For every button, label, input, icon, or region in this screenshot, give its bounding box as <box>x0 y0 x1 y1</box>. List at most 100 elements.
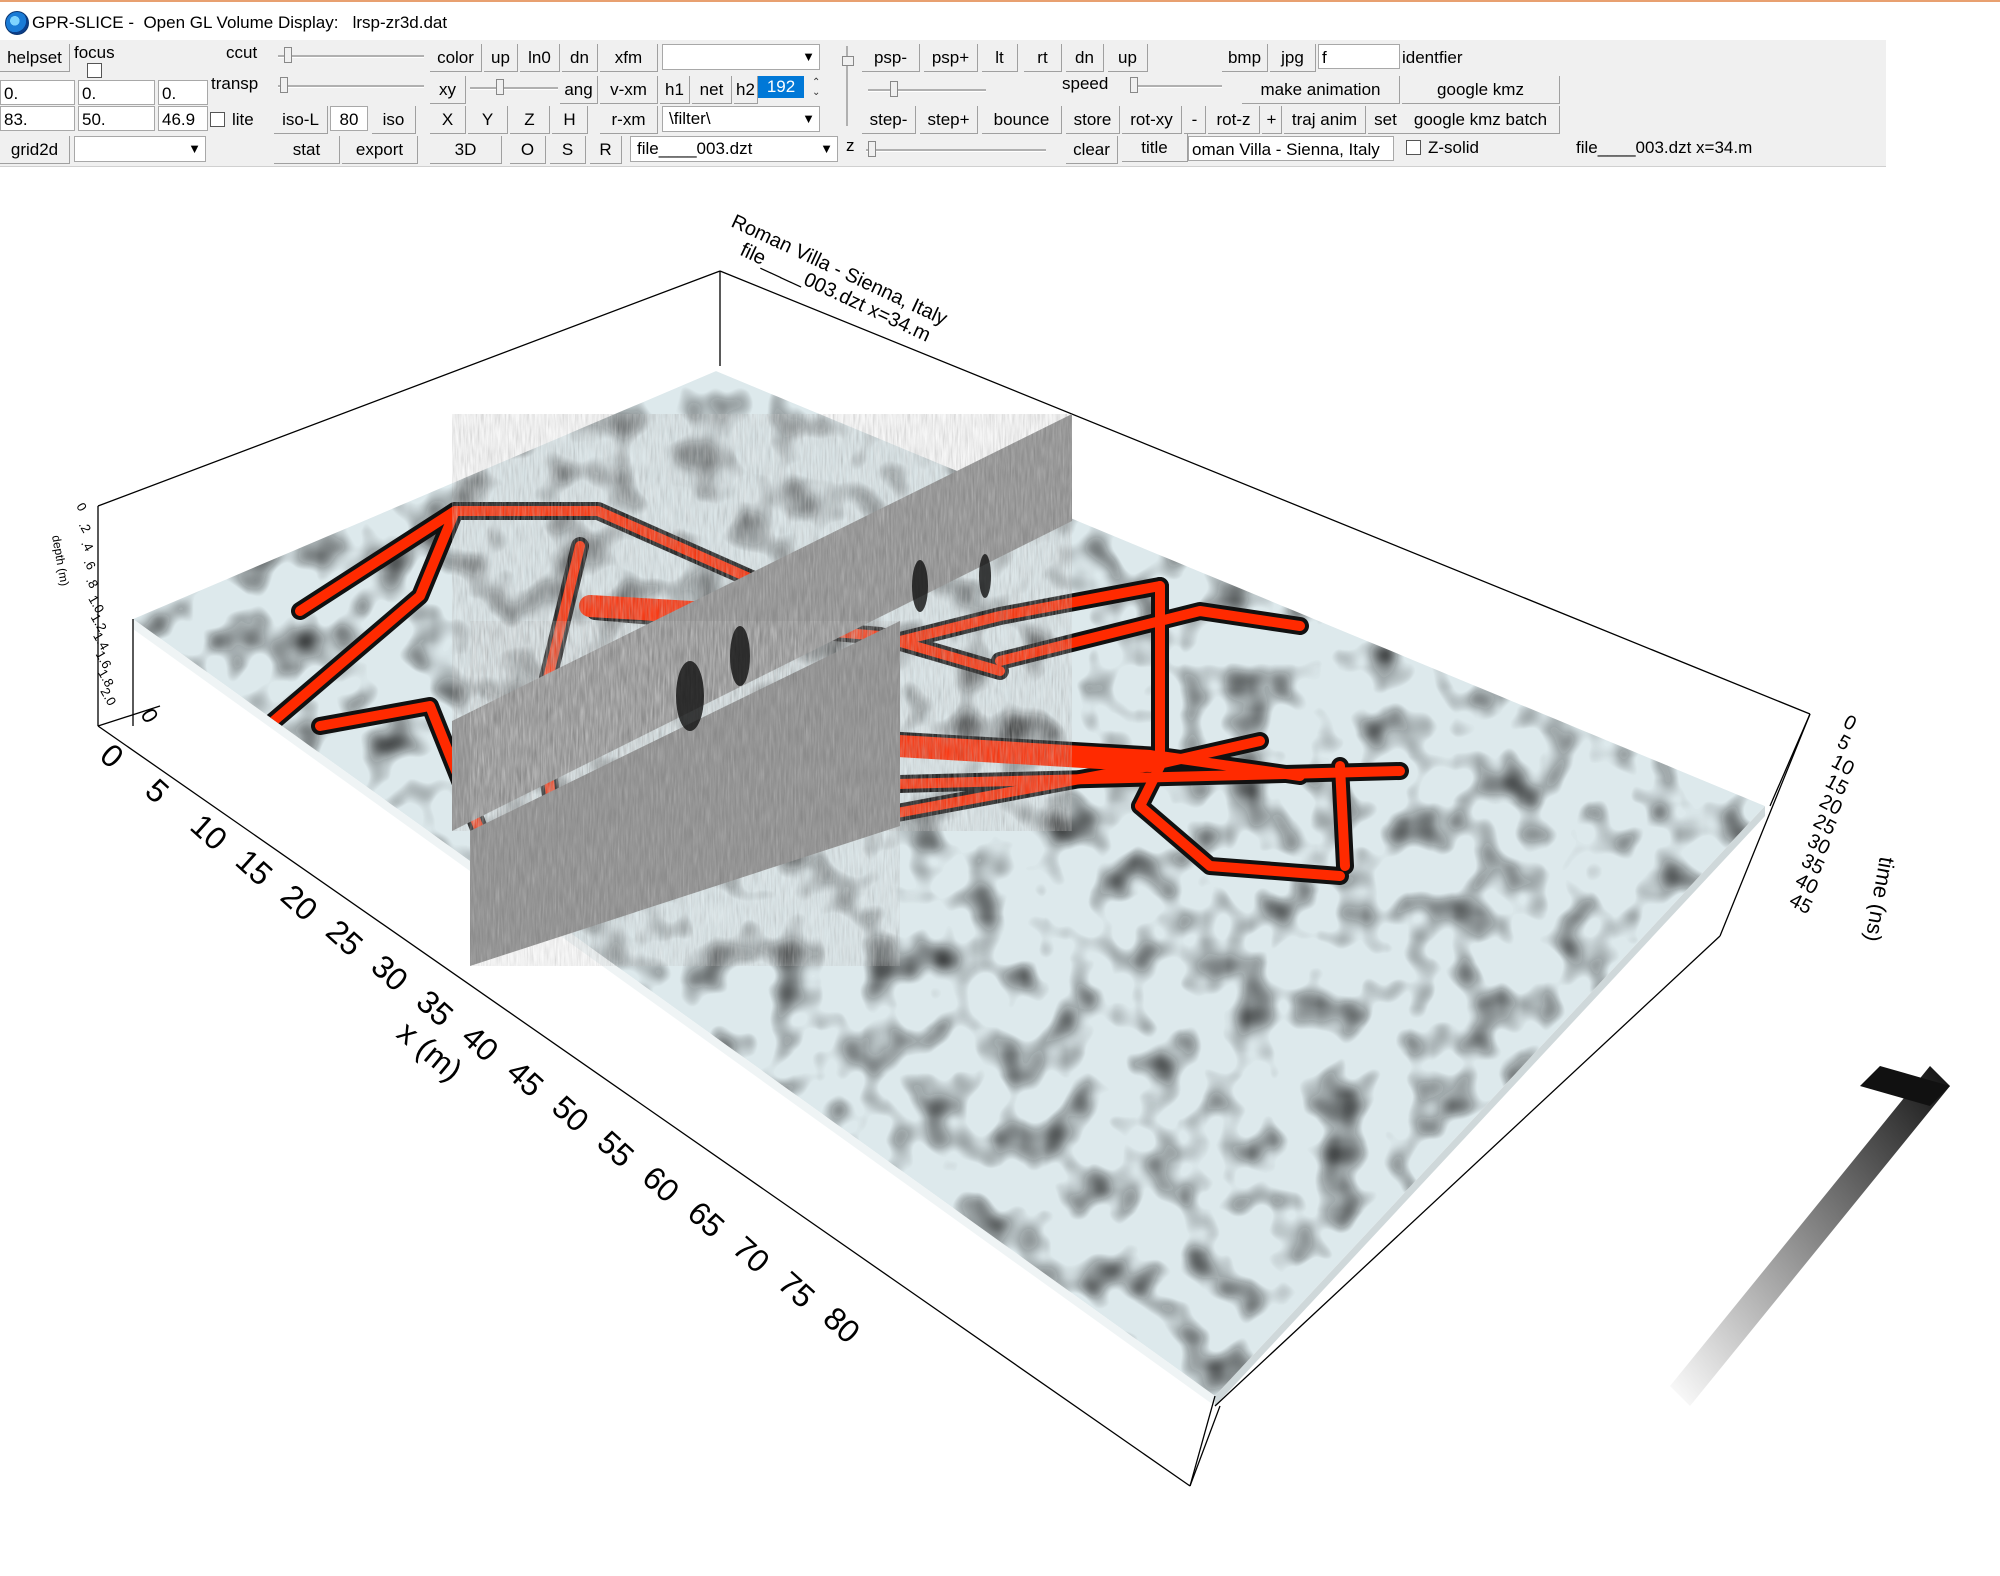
view-r-button[interactable]: R <box>590 136 622 164</box>
up-button[interactable]: up <box>1108 44 1148 72</box>
traj-anim-button[interactable]: traj anim <box>1284 106 1366 134</box>
grid2d-select[interactable]: ▼ <box>74 136 206 162</box>
h2-button[interactable]: h2 <box>734 76 758 104</box>
color-scale-bar <box>1670 1066 1950 1406</box>
xy-button[interactable]: xy <box>430 76 466 104</box>
focus-checkbox[interactable] <box>87 63 102 78</box>
rot-minus-button[interactable]: - <box>1184 106 1206 134</box>
view-z-button[interactable]: Z <box>510 106 550 134</box>
h2-spinner[interactable]: 192 <box>758 76 804 98</box>
net-button[interactable]: net <box>692 76 732 104</box>
bounce-button[interactable]: bounce <box>982 106 1062 134</box>
field-y-max[interactable]: 50. <box>78 106 155 131</box>
angle-slider[interactable] <box>470 78 558 98</box>
lite-checkbox[interactable] <box>210 112 225 127</box>
psp-minus-button[interactable]: psp- <box>862 44 920 72</box>
x-tick-label: 20 <box>274 877 325 928</box>
depth-tick-label: .2 <box>76 519 94 536</box>
x-tick-label: 30 <box>365 948 416 999</box>
depth-tick-label: 1.6 <box>93 648 115 671</box>
filter-select[interactable]: \filter\ ▼ <box>662 106 820 132</box>
view-y-button[interactable]: Y <box>468 106 508 134</box>
file-select[interactable]: file____003.dzt ▼ <box>630 136 838 162</box>
identifier-field[interactable]: f <box>1318 44 1400 69</box>
view-x-button[interactable]: X <box>430 106 466 134</box>
vertical-slider-thumb[interactable] <box>842 56 854 66</box>
identifier-label: identfier <box>1402 48 1463 67</box>
3d-button[interactable]: 3D <box>430 136 502 164</box>
v-xm-button[interactable]: v-xm <box>600 76 658 104</box>
rot-z-button[interactable]: rot-z <box>1208 106 1260 134</box>
spinner-arrows-icon[interactable]: ⌃ ⌄ <box>812 78 820 98</box>
depth-tick-label: .8 <box>83 574 101 591</box>
ln0-button[interactable]: ln0 <box>520 44 560 72</box>
app-globe-icon <box>5 11 29 35</box>
set-button[interactable]: set <box>1368 106 1404 134</box>
lt-button[interactable]: lt <box>982 44 1018 72</box>
field-z-max[interactable]: 46.9 <box>158 106 208 131</box>
depth-axis-label: depth (m) <box>49 534 72 587</box>
transp-slider[interactable] <box>278 76 424 96</box>
bmp-button[interactable]: bmp <box>1222 44 1268 72</box>
stat-button[interactable]: stat <box>274 136 340 164</box>
depth-tick-label: 2.0 <box>97 685 119 708</box>
depth-tick-label: .6 <box>81 556 99 573</box>
r-xm-button[interactable]: r-xm <box>600 106 658 134</box>
iso-button[interactable]: iso <box>372 106 416 134</box>
color-up-button[interactable]: up <box>484 44 518 72</box>
step-plus-button[interactable]: step+ <box>920 106 978 134</box>
title-button[interactable]: title <box>1122 134 1188 162</box>
z-solid-checkbox[interactable] <box>1406 140 1421 155</box>
x-tick-label: 45 <box>500 1053 551 1104</box>
speed-label: speed <box>1062 74 1109 93</box>
google-kmz-batch-button[interactable]: google kmz batch <box>1402 106 1560 134</box>
rt-button[interactable]: rt <box>1024 44 1062 72</box>
jpg-button[interactable]: jpg <box>1270 44 1316 72</box>
depth-tick-label: 1.4 <box>90 630 112 653</box>
z-slider[interactable] <box>866 140 1046 160</box>
rot-plus-button[interactable]: + <box>1262 106 1282 134</box>
google-kmz-button[interactable]: google kmz <box>1402 76 1560 104</box>
view-h-button[interactable]: H <box>552 106 588 134</box>
dn-button[interactable]: dn <box>1066 44 1104 72</box>
x-tick-label: 60 <box>636 1159 687 1210</box>
field-x-min[interactable]: 0. <box>0 80 75 105</box>
plot-title-field[interactable]: oman Villa - Sienna, Italy <box>1188 136 1394 161</box>
iso-l-button[interactable]: iso-L <box>274 106 328 134</box>
field-x-max[interactable]: 83. <box>0 106 75 131</box>
store-button[interactable]: store <box>1066 106 1120 134</box>
depth-tick-label: 1.2 <box>88 611 110 634</box>
transp-label: transp <box>211 74 259 93</box>
rot-xy-button[interactable]: rot-xy <box>1122 106 1182 134</box>
view-o-button[interactable]: O <box>510 136 546 164</box>
xfm-select[interactable]: ▼ <box>662 44 820 70</box>
step-minus-button[interactable]: step- <box>862 106 916 134</box>
focus-label: focus <box>74 43 115 62</box>
color-button[interactable]: color <box>430 44 482 72</box>
make-animation-button[interactable]: make animation <box>1242 76 1400 104</box>
speed-slider[interactable] <box>1130 76 1222 96</box>
field-z-min[interactable]: 0. <box>158 80 208 105</box>
export-button[interactable]: export <box>342 136 418 164</box>
window-title: GPR-SLICE - Open GL Volume Display: lrsp… <box>32 13 448 32</box>
ang-button[interactable]: ang <box>560 76 598 104</box>
xfm-button[interactable]: xfm <box>600 44 658 72</box>
chevron-down-icon: ▼ <box>802 49 815 64</box>
iso-level-field[interactable]: 80 <box>330 106 368 131</box>
volume-render[interactable]: Roman Villa - Sienna, Italy file____003.… <box>0 166 2000 1571</box>
ccut-slider[interactable] <box>278 46 424 66</box>
h1-button[interactable]: h1 <box>660 76 690 104</box>
depth-tick-label: .4 <box>78 537 96 554</box>
perspective-slider[interactable] <box>868 80 986 100</box>
clear-button[interactable]: clear <box>1066 136 1118 164</box>
color-dn-button[interactable]: dn <box>562 44 598 72</box>
chevron-down-icon: ▼ <box>188 141 201 156</box>
volume-viewport[interactable]: Roman Villa - Sienna, Italy file____003.… <box>0 166 2000 1571</box>
grid2d-button[interactable]: grid2d <box>0 136 70 164</box>
chevron-down-icon: ▼ <box>802 111 815 126</box>
field-y-min[interactable]: 0. <box>78 80 155 105</box>
psp-plus-button[interactable]: psp+ <box>924 44 978 72</box>
view-s-button[interactable]: S <box>550 136 586 164</box>
x-tick-label: 70 <box>726 1229 777 1280</box>
helpset-button[interactable]: helpset <box>0 44 70 72</box>
